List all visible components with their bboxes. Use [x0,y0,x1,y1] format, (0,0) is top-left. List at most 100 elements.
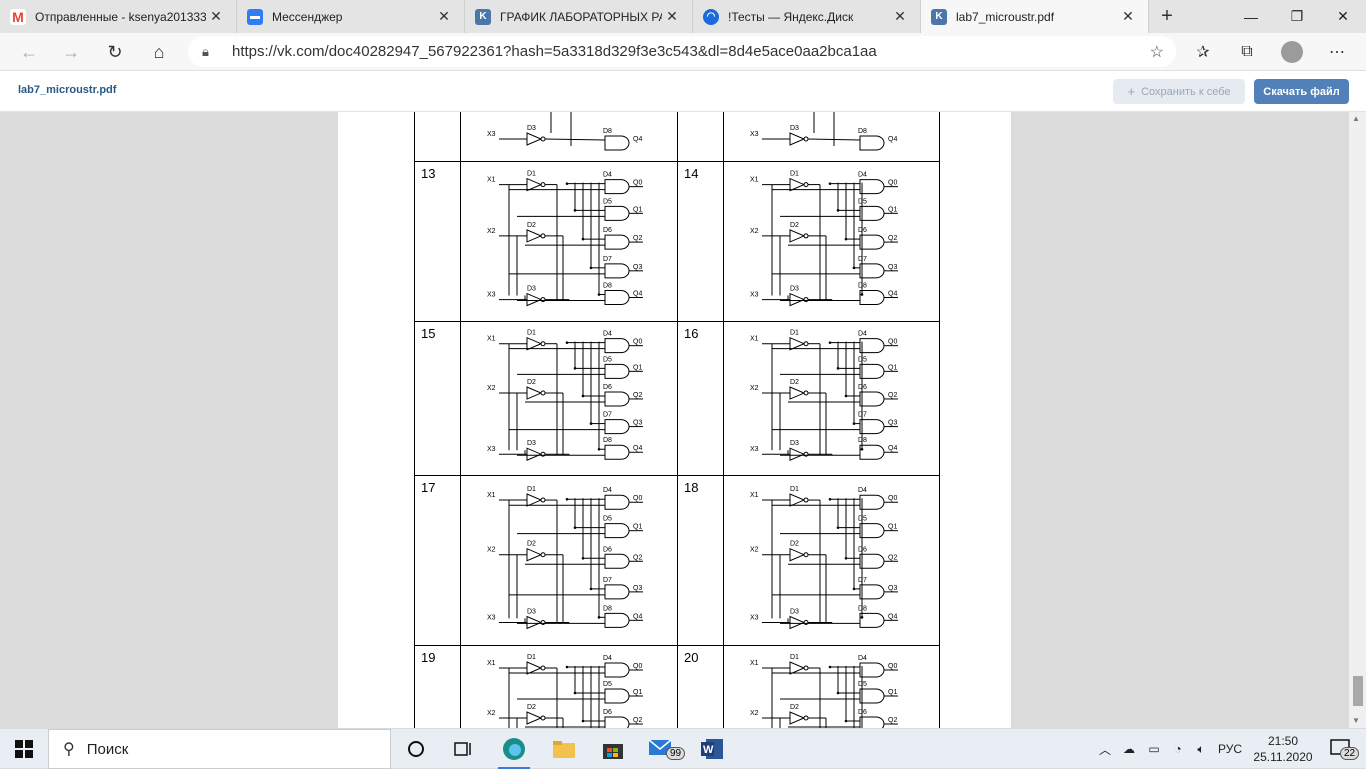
gate-label: D5 [603,198,612,205]
junction-dot [836,691,840,695]
scroll-up-icon[interactable]: ▲ [1352,114,1360,123]
onedrive-icon[interactable]: ☁ [1116,742,1142,756]
circuit-diagram: D3 X3 D8 Q4 [750,112,897,151]
close-icon[interactable]: ✕ [206,8,226,25]
close-icon[interactable]: ✕ [662,8,682,25]
inverter-bubble [540,182,546,188]
tab-gmail[interactable]: M Отправленные - ksenya201333@ ✕ [0,0,237,33]
gate-label: D5 [858,516,867,523]
task-view-button[interactable] [440,729,488,769]
junction-dot [565,182,569,185]
mail-button[interactable]: 99 [638,729,686,769]
window-close-button[interactable]: ✕ [1320,0,1366,33]
collections-icon[interactable]: ⧉ [1232,37,1262,67]
notifications-button[interactable]: 22 [1318,729,1366,769]
search-placeholder: Поиск [86,740,129,758]
chevron-up-icon[interactable]: ︿ [1094,741,1116,758]
close-icon[interactable]: ✕ [890,8,910,25]
output-label: Q0 [633,180,642,187]
lock-icon[interactable]: 🔒︎ [202,44,222,60]
junction-dot [573,526,577,529]
refresh-button[interactable]: ↻ [100,37,130,67]
inverter-gate [789,386,806,400]
table-row: D3 X3 D8 Q4 D3 X3 D8 Q4 [414,112,940,162]
variant-number: 13 [414,161,461,322]
home-button[interactable]: ⌂ [144,37,174,67]
yandex-disk-icon: ◠ [703,8,719,25]
edge-button[interactable] [490,729,538,769]
battery-icon[interactable]: ▭ [1142,742,1166,756]
and-gate [604,662,630,678]
output-label: Q3 [888,420,897,427]
scroll-down-icon[interactable]: ▼ [1352,716,1360,725]
output-label: Q4 [888,445,897,452]
start-button[interactable] [0,729,48,769]
junction-dot [860,616,864,619]
address-field[interactable]: 🔒︎ https://vk.com/doc40282947_567922361?… [188,36,1176,67]
circuit-diagram: X1 D1 X2 D2 X3 D3 D4 Q0 D5 Q1 D6 Q2 D7 Q3 D8 Q4 [487,486,643,630]
cortana-button[interactable] [392,729,440,769]
gate-label: D4 [603,331,612,338]
output-label: Q2 [888,235,897,242]
profile-button[interactable] [1277,37,1307,67]
store-icon [603,744,623,759]
circuit-cell: X1D1X2D2X3D3D4Q0D5Q1D6Q2D7Q3D8Q4 [460,161,678,322]
and-gate [859,688,885,704]
store-button[interactable] [589,729,637,769]
gate-label: D6 [603,384,612,391]
circuit-cell: X1D1X2D2X3D3D4Q0D5Q1D6Q2D7Q3D8Q4 [723,475,940,646]
and-gate [604,419,630,435]
back-button[interactable]: ← [14,37,44,67]
junction-dot [573,691,577,695]
inverter-label: D3 [527,609,536,616]
volume-icon[interactable]: 🔈︎ [1190,742,1212,757]
and-gate [604,584,630,600]
output-label: Q4 [633,136,642,143]
gate-label: D8 [603,283,612,290]
save-to-self-button[interactable]: + Сохранить к себе [1113,79,1245,104]
output-label: Q4 [888,291,897,298]
clock[interactable]: 21:50 25.11.2020 [1250,733,1316,765]
input-label: X2 [487,547,496,554]
document-title: lab7_microustr.pdf [18,84,117,96]
download-button[interactable]: Скачать файл [1254,79,1349,104]
inverter-bubble [803,552,809,558]
favorites-icon[interactable]: ✰ [1188,37,1218,67]
word-icon: W [701,739,723,759]
language-indicator[interactable]: РУС [1218,742,1242,756]
input-label: X2 [750,710,759,717]
tab-schedule[interactable]: K ГРАФИК ЛАБОРАТОРНЫХ РАБ ✕ [465,0,693,33]
inverter-gate [526,547,543,562]
file-explorer-button[interactable] [540,729,588,769]
close-icon[interactable]: ✕ [1118,8,1138,25]
url-text: https://vk.com/doc40282947_567922361?has… [232,43,877,60]
new-tab-button[interactable]: + [1149,0,1185,33]
forward-button[interactable]: → [56,37,86,67]
favorite-star-icon[interactable]: ☆ [1150,42,1164,62]
and-gate [604,179,630,195]
and-gate [604,688,630,704]
junction-dot [597,616,601,619]
gate-label: D8 [858,437,867,444]
wifi-icon[interactable]: ◔ [1166,742,1190,756]
taskbar-search[interactable]: ⚲ Поиск [48,729,391,769]
maximize-button[interactable]: ❐ [1274,0,1320,33]
gate-label: D7 [603,577,612,584]
tab-pdf[interactable]: K lab7_microustr.pdf ✕ [921,0,1149,33]
gate-label: D7 [858,577,867,584]
inverter-label: D1 [527,330,536,337]
and-gate [604,523,630,539]
circuit-cell: X1D1X2D2X3D3D4Q0D5Q1D6Q2D7Q3D8Q4 [723,645,940,728]
output-label: Q4 [633,613,642,620]
tab-messenger[interactable]: ▬ Мессенджер ✕ [237,0,465,33]
scrollbar[interactable]: ▲ ▼ [1349,112,1366,728]
word-button[interactable]: W [688,729,736,769]
close-icon[interactable]: ✕ [434,8,454,25]
menu-button[interactable]: ⋯ [1322,37,1352,67]
minimize-button[interactable]: — [1228,0,1274,33]
pdf-viewer[interactable]: D3 X3 D8 Q4 D3 X3 D8 Q4 13 X1 D1 X2 D2 X3 D3 D4 Q0 D5 Q… [0,112,1366,728]
and-gate [859,363,885,379]
and-gate [859,716,885,728]
tab-yandex-disk[interactable]: ◠ !Тесты — Яндекс.Диск ✕ [693,0,921,33]
scroll-thumb[interactable] [1353,676,1363,706]
